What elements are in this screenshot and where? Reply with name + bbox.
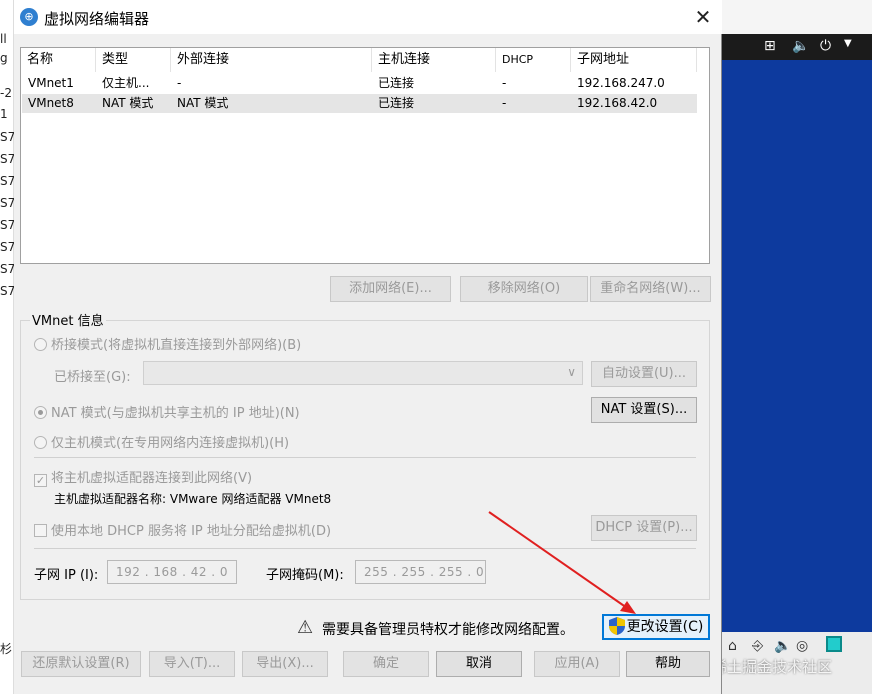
column-header-dhcp[interactable]: DHCP bbox=[496, 48, 571, 72]
divider bbox=[34, 457, 696, 458]
cell-host: 已连接 bbox=[378, 76, 415, 90]
background-text: 1 bbox=[0, 107, 8, 121]
background-text: 杉 bbox=[0, 642, 13, 656]
background-text: S7 bbox=[0, 218, 14, 232]
table-row[interactable]: VMnet8 NAT 模式 NAT 模式 已连接 - 192.168.42.0 bbox=[22, 94, 697, 113]
column-header-name[interactable]: 名称 bbox=[21, 48, 96, 72]
subnet-mask-label: 子网掩码(M): bbox=[266, 568, 344, 583]
background-text: ll bbox=[0, 32, 7, 46]
remove-network-button[interactable]: 移除网络(O) bbox=[460, 276, 588, 302]
table-row[interactable]: VMnet1 仅主机... - 已连接 - 192.168.247.0 bbox=[22, 74, 697, 93]
cell-external: - bbox=[177, 76, 182, 90]
background-text: S7 bbox=[0, 262, 14, 276]
column-header-host[interactable]: 主机连接 bbox=[372, 48, 496, 72]
background-text: S7 bbox=[0, 174, 14, 188]
cell-dhcp: - bbox=[502, 96, 507, 110]
usb-icon[interactable]: ⎆ bbox=[752, 638, 763, 654]
device-icon[interactable]: ⌂ bbox=[728, 638, 737, 654]
ok-button[interactable]: 确定 bbox=[343, 651, 429, 677]
vm-toolbar: ⊞ 🔈 ⏻ ▼ bbox=[722, 34, 872, 60]
uac-shield-icon bbox=[608, 617, 625, 635]
auto-settings-button[interactable]: 自动设置(U)... bbox=[591, 361, 697, 387]
cell-type: NAT 模式 bbox=[102, 96, 154, 110]
cell-name: VMnet1 bbox=[28, 76, 74, 90]
subnet-ip-label: 子网 IP (I): bbox=[34, 568, 99, 583]
background-text: g bbox=[0, 51, 8, 65]
connect-adapter-label: 将主机虚拟适配器连接到此网络(V) bbox=[51, 471, 253, 486]
cell-subnet: 192.168.247.0 bbox=[577, 76, 665, 90]
column-header-type[interactable]: 类型 bbox=[96, 48, 171, 72]
vm-desktop bbox=[722, 60, 872, 632]
bridge-mode-label: 桥接模式(将虚拟机直接连接到外部网络)(B) bbox=[51, 338, 302, 353]
bridge-mode-radio[interactable]: 桥接模式(将虚拟机直接连接到外部网络)(B) bbox=[34, 334, 301, 353]
cell-subnet: 192.168.42.0 bbox=[577, 96, 658, 110]
host-only-radio[interactable]: 仅主机模式(在专用网络内连接虚拟机)(H) bbox=[34, 432, 289, 451]
cell-dhcp: - bbox=[502, 76, 507, 90]
dhcp-settings-button[interactable]: DHCP 设置(P)... bbox=[591, 515, 697, 541]
radio-icon bbox=[34, 436, 47, 449]
background-text: S7 bbox=[0, 152, 14, 166]
change-settings-button[interactable]: 更改设置(C) bbox=[602, 614, 710, 640]
chevron-down-icon: ∨ bbox=[567, 365, 576, 379]
background-text: -2 bbox=[0, 86, 12, 100]
nat-mode-label: NAT 模式(与虚拟机共享主机的 IP 地址)(N) bbox=[51, 406, 300, 421]
warning-icon: ⚠ bbox=[297, 617, 314, 638]
radio-icon bbox=[34, 338, 47, 351]
background-window-top bbox=[722, 0, 872, 34]
use-dhcp-checkbox[interactable]: 使用本地 DHCP 服务将 IP 地址分配给虚拟机(D) bbox=[34, 520, 331, 539]
column-header-subnet[interactable]: 子网地址 bbox=[571, 48, 697, 72]
network-editor-icon: ⊕ bbox=[20, 8, 38, 26]
restore-defaults-button[interactable]: 还原默认设置(R) bbox=[21, 651, 141, 677]
background-text: S7 bbox=[0, 196, 14, 210]
close-button[interactable]: ✕ bbox=[690, 4, 716, 30]
virtual-network-editor-dialog: ⊕ 虚拟网络编辑器 ✕ 名称 类型 外部连接 主机连接 DHCP 子网地址 VM… bbox=[14, 0, 722, 694]
cd-icon[interactable]: ◎ bbox=[796, 638, 808, 654]
background-text: S7 bbox=[0, 284, 14, 298]
sound-icon[interactable]: 🔈 bbox=[774, 638, 791, 654]
network-list[interactable]: 名称 类型 外部连接 主机连接 DHCP 子网地址 VMnet1 仅主机... … bbox=[20, 47, 710, 264]
nat-settings-button[interactable]: NAT 设置(S)... bbox=[591, 397, 697, 423]
vmnet-info-label: VMnet 信息 bbox=[30, 310, 106, 329]
subnet-mask-input[interactable]: 255 . 255 . 255 . 0 bbox=[355, 560, 486, 584]
cancel-button[interactable]: 取消 bbox=[436, 651, 522, 677]
cell-type: 仅主机... bbox=[102, 76, 150, 90]
checkbox-icon bbox=[34, 524, 47, 537]
help-button[interactable]: 帮助 bbox=[626, 651, 710, 677]
dialog-title: 虚拟网络编辑器 bbox=[44, 10, 150, 28]
network-icon[interactable]: ⊞ bbox=[764, 38, 776, 54]
bridged-to-label: 已桥接至(G): bbox=[54, 370, 131, 385]
export-button[interactable]: 导出(X)... bbox=[242, 651, 328, 677]
radio-icon bbox=[34, 406, 47, 419]
background-text: S7 bbox=[0, 130, 14, 144]
background-text: S7 bbox=[0, 240, 14, 254]
nat-mode-radio[interactable]: NAT 模式(与虚拟机共享主机的 IP 地址)(N) bbox=[34, 402, 300, 421]
power-icon[interactable]: ⏻ bbox=[820, 38, 831, 54]
apply-button[interactable]: 应用(A) bbox=[534, 651, 620, 677]
add-network-button[interactable]: 添加网络(E)... bbox=[330, 276, 451, 302]
use-dhcp-label: 使用本地 DHCP 服务将 IP 地址分配给虚拟机(D) bbox=[51, 524, 332, 539]
column-header-external[interactable]: 外部连接 bbox=[171, 48, 372, 72]
volume-icon[interactable]: 🔈 bbox=[792, 38, 809, 54]
background-window-edge: ll g -2 1 S7 S7 S7 S7 S7 S7 S7 S7 杉 bbox=[0, 0, 14, 694]
cell-host: 已连接 bbox=[378, 96, 415, 110]
adapter-name-text: 主机虚拟适配器名称: VMware 网络适配器 VMnet8 bbox=[54, 492, 332, 506]
chevron-down-icon[interactable]: ▼ bbox=[844, 38, 852, 49]
host-only-label: 仅主机模式(在专用网络内连接虚拟机)(H) bbox=[51, 436, 290, 451]
divider bbox=[34, 548, 696, 549]
import-button[interactable]: 导入(T)... bbox=[149, 651, 235, 677]
checkmark-icon: ✓ bbox=[34, 474, 47, 487]
subnet-ip-input[interactable]: 192 . 168 . 42 . 0 bbox=[107, 560, 237, 584]
screen-icon[interactable] bbox=[826, 636, 842, 652]
cell-name: VMnet8 bbox=[28, 96, 74, 110]
rename-network-button[interactable]: 重命名网络(W)... bbox=[590, 276, 711, 302]
change-settings-label: 更改设置(C) bbox=[626, 619, 704, 635]
admin-warning-text: 需要具备管理员特权才能修改网络配置。 bbox=[322, 622, 574, 638]
connect-adapter-checkbox[interactable]: ✓ 将主机虚拟适配器连接到此网络(V) bbox=[34, 467, 252, 487]
title-bar: ⊕ 虚拟网络编辑器 ✕ bbox=[14, 0, 722, 34]
cell-external: NAT 模式 bbox=[177, 96, 229, 110]
bridged-to-select[interactable]: ∨ bbox=[143, 361, 583, 385]
